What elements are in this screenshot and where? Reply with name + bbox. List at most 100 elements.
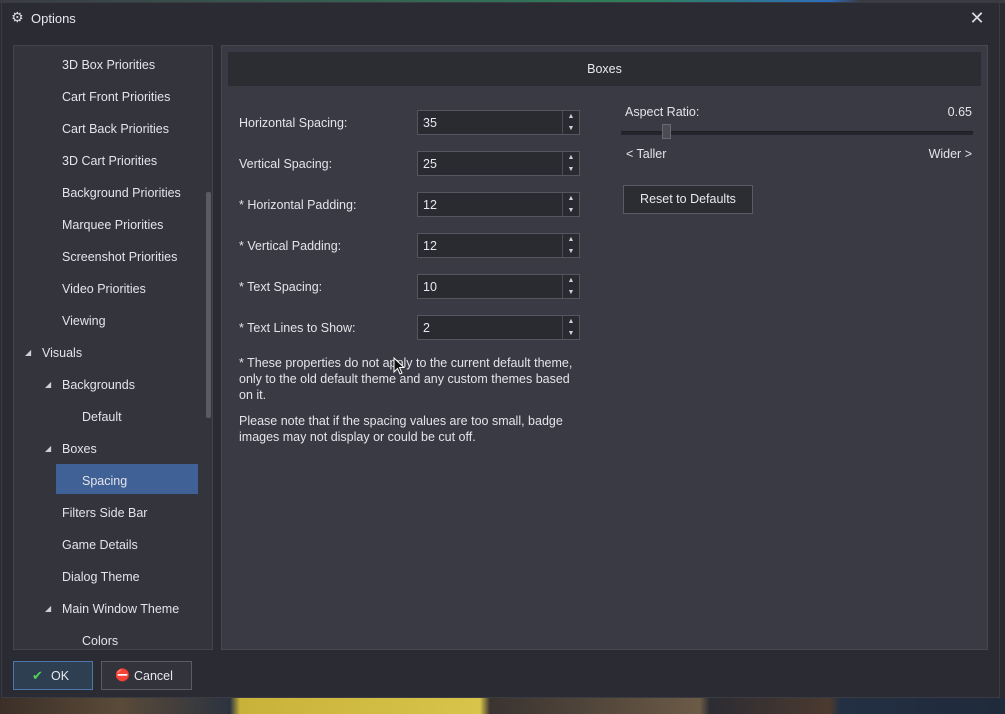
tree-item-label: Spacing	[82, 474, 128, 488]
field-label: Vertical Spacing:	[239, 157, 333, 171]
expand-arrow-icon[interactable]: ◢	[45, 370, 51, 400]
spinbox-buttons: ▲ ▼	[562, 111, 579, 134]
tree-item[interactable]: 3D Cart Priorities	[14, 146, 204, 176]
tree-item[interactable]: Video Priorities	[14, 274, 204, 304]
tree-item-label: Marquee Priorities	[62, 218, 164, 232]
wider-label: Wider >	[928, 147, 972, 161]
spinbox-value[interactable]: 12	[423, 239, 437, 253]
tree-item-label: Main Window Theme	[62, 602, 180, 616]
tree-item-label: Backgrounds	[62, 378, 135, 392]
tree-item[interactable]: ◢ Boxes	[14, 434, 204, 464]
tree-item-label: Colors	[82, 634, 119, 648]
mouse-cursor-icon	[393, 357, 405, 375]
tree-item[interactable]: ◢ Visuals	[14, 338, 204, 368]
expand-arrow-icon[interactable]: ◢	[25, 338, 31, 368]
tree-item-label: Cart Front Priorities	[62, 90, 171, 104]
title-bar[interactable]: ⚙ Options ✕	[2, 3, 999, 33]
number-spinbox[interactable]: 12 ▲ ▼	[417, 233, 580, 258]
tree-item[interactable]: Dialog Theme	[14, 562, 204, 592]
field-label: * Horizontal Padding:	[239, 198, 357, 212]
gear-icon: ⚙	[11, 9, 24, 25]
increment-arrow-icon[interactable]: ▲	[563, 152, 579, 163]
taller-label: < Taller	[626, 147, 667, 161]
number-spinbox[interactable]: 2 ▲ ▼	[417, 315, 580, 340]
tree-item-label: Dialog Theme	[62, 570, 140, 584]
spinbox-buttons: ▲ ▼	[562, 316, 579, 339]
tree-item[interactable]: ◢ Main Window Theme	[14, 594, 204, 624]
spinbox-value[interactable]: 35	[423, 116, 437, 130]
number-spinbox[interactable]: 10 ▲ ▼	[417, 274, 580, 299]
tree-item[interactable]: Cart Back Priorities	[14, 114, 204, 144]
tree-item-label: Screenshot Priorities	[62, 250, 178, 264]
cancel-button[interactable]: ⛔ Cancel	[101, 661, 192, 690]
tree-item[interactable]: Default	[14, 402, 204, 432]
tree-item-label: Cart Back Priorities	[62, 122, 169, 136]
spinbox-buttons: ▲ ▼	[562, 152, 579, 175]
increment-arrow-icon[interactable]: ▲	[563, 275, 579, 286]
backdrop-bottom-edge	[0, 698, 1005, 714]
tree-item-label: 3D Cart Priorities	[62, 154, 158, 168]
tree-item[interactable]: Background Priorities	[14, 178, 204, 208]
increment-arrow-icon[interactable]: ▲	[563, 111, 579, 122]
tree-item-label: Game Details	[62, 538, 138, 552]
aspect-ratio-label: Aspect Ratio:	[625, 105, 700, 119]
options-tree: 3D Box Priorities Cart Front Priorities Ca…	[13, 45, 213, 650]
tree-item-label: 3D Box Priorities	[62, 58, 156, 72]
increment-arrow-icon[interactable]: ▲	[563, 234, 579, 245]
number-spinbox[interactable]: 12 ▲ ▼	[417, 192, 580, 217]
options-dialog: ⚙ Options ✕ 3D Box Priorities Cart Front …	[1, 2, 1000, 698]
tree-item[interactable]: Viewing	[14, 306, 204, 336]
decrement-arrow-icon[interactable]: ▼	[563, 246, 579, 257]
tree-item[interactable]: Screenshot Priorities	[14, 242, 204, 272]
tree-item[interactable]: 3D Box Priorities	[14, 50, 204, 80]
spinbox-buttons: ▲ ▼	[562, 234, 579, 257]
close-icon[interactable]: ✕	[962, 5, 992, 31]
reset-to-defaults-button[interactable]: Reset to Defaults	[623, 185, 753, 214]
expand-arrow-icon[interactable]: ◢	[45, 434, 51, 464]
cancel-icon: ⛔	[115, 668, 130, 682]
section-title: Boxes	[587, 62, 622, 76]
tree-item[interactable]: ◢ Backgrounds	[14, 370, 204, 400]
decrement-arrow-icon[interactable]: ▼	[563, 123, 579, 134]
aspect-ratio-slider[interactable]	[621, 131, 973, 135]
asterisk-note: * These properties do not apply to the c…	[239, 356, 573, 402]
tree-item-label: Boxes	[62, 442, 97, 456]
section-header: Boxes	[228, 52, 981, 86]
ok-button[interactable]: ✔ OK	[13, 661, 93, 690]
number-spinbox[interactable]: 35 ▲ ▼	[417, 110, 580, 135]
tree-item[interactable]: Spacing	[14, 466, 204, 496]
spinbox-buttons: ▲ ▼	[562, 193, 579, 216]
tree-scrollbar-thumb[interactable]	[206, 192, 211, 418]
tree-item[interactable]: Cart Front Priorities	[14, 82, 204, 112]
tree-item-label: Filters Side Bar	[62, 506, 148, 520]
field-label: * Text Spacing:	[239, 280, 323, 294]
spinbox-value[interactable]: 25	[423, 157, 437, 171]
tree-item-label: Background Priorities	[62, 186, 181, 200]
tree-item-label: Video Priorities	[62, 282, 146, 296]
spinbox-value[interactable]: 10	[423, 280, 437, 294]
tree-item[interactable]: Colors	[14, 626, 204, 649]
cancel-label: Cancel	[134, 669, 173, 683]
increment-arrow-icon[interactable]: ▲	[563, 193, 579, 204]
decrement-arrow-icon[interactable]: ▼	[563, 164, 579, 175]
aspect-ratio-slider-thumb[interactable]	[662, 124, 672, 139]
expand-arrow-icon[interactable]: ◢	[45, 594, 51, 624]
decrement-arrow-icon[interactable]: ▼	[563, 287, 579, 298]
field-label: Horizontal Spacing:	[239, 116, 348, 130]
spinbox-value[interactable]: 2	[423, 321, 430, 335]
settings-panel: Boxes Horizontal Spacing: 35 ▲ ▼ Vertical Sp…	[221, 45, 988, 650]
aspect-ratio-value: 0.65	[947, 105, 972, 119]
tree-item[interactable]: Game Details	[14, 530, 204, 560]
field-label: * Vertical Padding:	[239, 239, 342, 253]
spacing-note: Please note that if the spacing values a…	[239, 414, 563, 444]
spinbox-buttons: ▲ ▼	[562, 275, 579, 298]
increment-arrow-icon[interactable]: ▲	[563, 316, 579, 327]
window-title: Options	[31, 11, 76, 26]
tree-item[interactable]: Marquee Priorities	[14, 210, 204, 240]
check-icon: ✔	[32, 668, 43, 683]
spinbox-value[interactable]: 12	[423, 198, 437, 212]
number-spinbox[interactable]: 25 ▲ ▼	[417, 151, 580, 176]
tree-item[interactable]: Filters Side Bar	[14, 498, 204, 528]
decrement-arrow-icon[interactable]: ▼	[563, 205, 579, 216]
decrement-arrow-icon[interactable]: ▼	[563, 328, 579, 339]
